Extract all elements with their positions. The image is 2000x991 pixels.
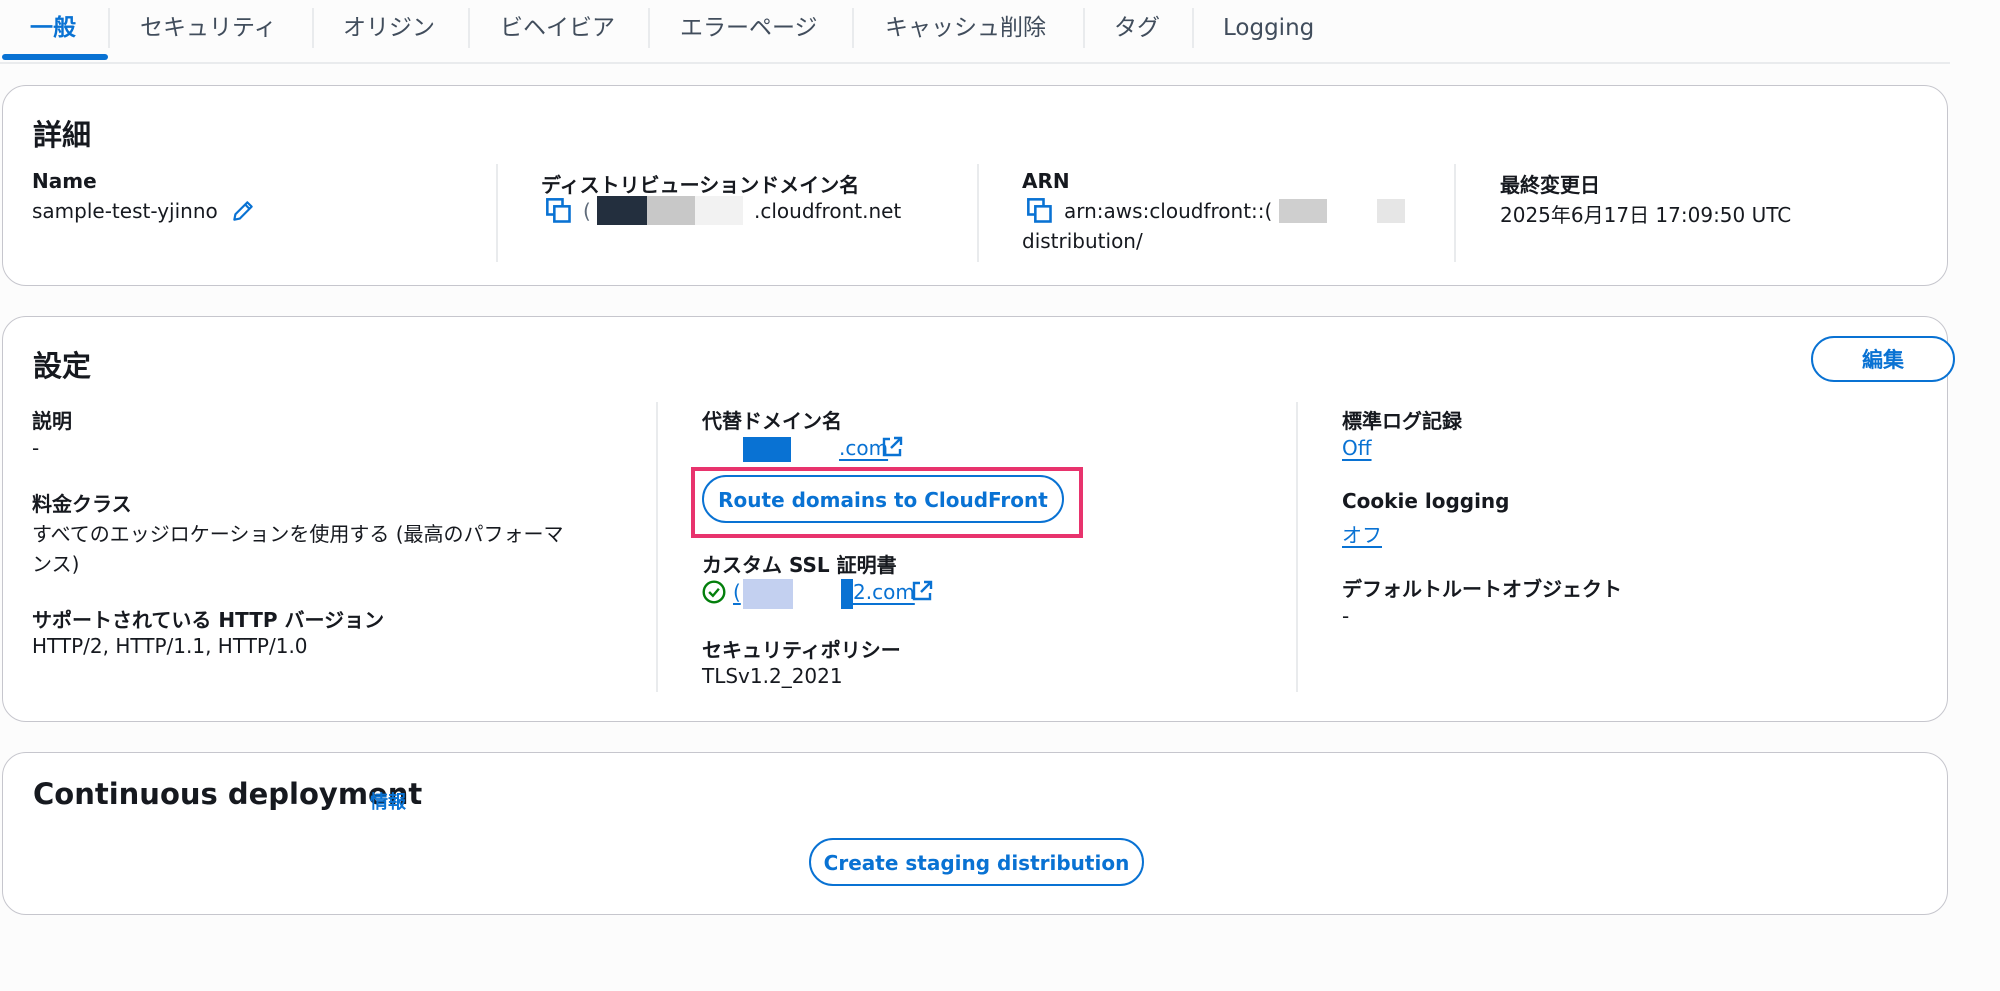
redacted-block [743, 579, 793, 609]
tab-invalidations[interactable]: キャッシュ削除 [885, 0, 1046, 56]
tab-bar: 一般 セキュリティ オリジン ビヘイビア エラーページ キャッシュ削除 タグ L… [0, 0, 1950, 64]
standard-logging-label: 標準ログ記録 [1342, 409, 1462, 433]
copy-icon[interactable] [545, 197, 573, 225]
tab-divider [648, 8, 650, 48]
price-class-value-line2: ンス) [32, 552, 80, 576]
ssl-cert-prefix[interactable]: ( [733, 580, 741, 604]
settings-card: 設定 編集 説明 - 料金クラス すべてのエッジロケーションを使用する (最高の… [2, 316, 1955, 722]
tab-logging[interactable]: Logging [1223, 0, 1314, 56]
arn-label: ARN [1022, 169, 1070, 193]
tab-security[interactable]: セキュリティ [140, 0, 277, 56]
continuous-deployment-card: Continuous deployment 情報 Create staging … [2, 752, 1948, 915]
security-policy-value: TLSv1.2_2021 [702, 664, 843, 688]
tab-origins[interactable]: オリジン [343, 0, 435, 56]
ssl-cert-link[interactable]: 2.com [853, 580, 915, 604]
column-divider [1296, 402, 1298, 692]
cookie-logging-label: Cookie logging [1342, 489, 1510, 513]
name-label: Name [32, 169, 97, 193]
custom-ssl-label: カスタム SSL 証明書 [702, 553, 897, 577]
price-class-label: 料金クラス [32, 492, 132, 516]
redacted-block [841, 579, 853, 609]
copy-icon[interactable] [1026, 197, 1054, 225]
redacted-block [647, 196, 695, 225]
route-domains-button[interactable]: Route domains to CloudFront [702, 475, 1064, 523]
last-modified-label: 最終変更日 [1500, 173, 1600, 197]
external-link-icon[interactable] [910, 579, 934, 603]
external-link-icon[interactable] [880, 435, 904, 459]
create-staging-distribution-button[interactable]: Create staging distribution [809, 838, 1144, 886]
column-divider [1454, 164, 1456, 262]
column-divider [977, 164, 979, 262]
column-divider [656, 402, 658, 692]
details-card: 詳細 Name sample-test-yjinno ディストリビューションドメ… [2, 85, 1948, 286]
continuous-deployment-title: Continuous deployment [33, 777, 423, 811]
description-value: - [32, 436, 40, 460]
tab-tags[interactable]: タグ [1114, 0, 1160, 56]
tab-divider [108, 8, 110, 48]
tab-divider [468, 8, 470, 48]
tab-divider [1083, 8, 1085, 48]
name-value: sample-test-yjinno [32, 199, 218, 223]
redacted-block [597, 196, 647, 225]
last-modified-value: 2025年6月17日 17:09:50 UTC [1500, 203, 1792, 227]
redacted-block [743, 437, 791, 462]
tab-general[interactable]: 一般 [30, 0, 76, 56]
edit-pencil-icon[interactable] [230, 198, 256, 224]
active-tab-indicator [2, 54, 108, 60]
cookie-logging-link[interactable]: オフ [1342, 519, 1382, 548]
settings-title: 設定 [33, 349, 92, 383]
tab-error-pages[interactable]: エラーページ [680, 0, 818, 56]
tab-behaviors[interactable]: ビヘイビア [500, 0, 615, 56]
distribution-domain-prefix: ( [583, 199, 591, 223]
tab-divider [852, 8, 854, 48]
http-versions-value: HTTP/2, HTTP/1.1, HTTP/1.0 [32, 634, 308, 658]
description-label: 説明 [32, 409, 72, 433]
tab-divider [312, 8, 314, 48]
column-divider [496, 164, 498, 262]
redacted-block [1279, 199, 1327, 223]
default-root-object-value: - [1342, 604, 1350, 628]
arn-value-line1: arn:aws:cloudfront::( [1064, 199, 1273, 223]
http-versions-label: サポートされている HTTP バージョン [32, 608, 385, 632]
security-policy-label: セキュリティポリシー [702, 638, 901, 662]
default-root-object-label: デフォルトルートオブジェクト [1342, 577, 1622, 601]
redacted-block [1377, 199, 1405, 223]
arn-value-line2: distribution/ [1022, 229, 1143, 253]
details-title: 詳細 [33, 118, 92, 152]
distribution-domain-label: ディストリビューションドメイン名 [541, 173, 860, 197]
alternate-domain-label: 代替ドメイン名 [702, 409, 842, 433]
distribution-domain-suffix: .cloudfront.net [754, 199, 902, 223]
info-link[interactable]: 情報 [370, 788, 406, 814]
redacted-block [695, 196, 743, 225]
standard-logging-link[interactable]: Off [1342, 436, 1372, 460]
success-check-icon [702, 580, 726, 604]
tab-divider [1192, 8, 1194, 48]
price-class-value-line1: すべてのエッジロケーションを使用する (最高のパフォーマ [32, 522, 564, 546]
edit-button[interactable]: 編集 [1811, 336, 1955, 382]
